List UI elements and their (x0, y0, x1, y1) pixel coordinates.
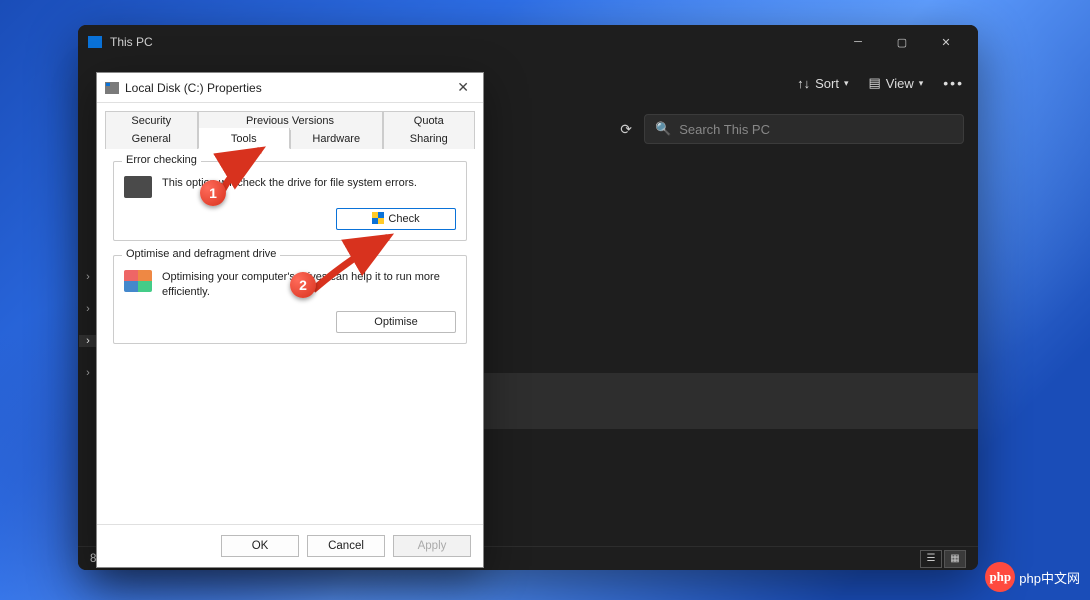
drive-icon (105, 82, 119, 94)
view-icon: ▤ (869, 75, 881, 91)
search-input[interactable]: 🔍 Search This PC (644, 114, 964, 144)
close-button[interactable]: ✕ (924, 26, 968, 58)
chevron-right-icon[interactable]: › (86, 367, 90, 379)
details-view-button[interactable]: ☰ (920, 550, 942, 568)
sort-button[interactable]: ↑↓ Sort ▾ (797, 76, 848, 91)
sort-icon: ↑↓ (797, 76, 810, 91)
ok-button[interactable]: OK (221, 535, 299, 557)
tab-panel-tools: Error checking This option will check th… (105, 149, 475, 524)
tab-security[interactable]: Security (105, 111, 198, 130)
php-logo-icon: php (985, 562, 1015, 592)
tab-tools[interactable]: Tools (198, 128, 291, 149)
check-button[interactable]: Check (336, 208, 456, 230)
dialog-tabs: Security Previous Versions Quota General… (105, 111, 475, 149)
apply-button[interactable]: Apply (393, 535, 471, 557)
close-button[interactable]: ✕ (451, 77, 475, 98)
tab-hardware[interactable]: Hardware (290, 130, 383, 149)
optimise-group: Optimise and defragment drive Optimising… (113, 255, 467, 344)
watermark: php php中文网 (985, 562, 1080, 592)
properties-dialog: Local Disk (C:) Properties ✕ Security Pr… (96, 72, 484, 568)
shield-icon (372, 212, 384, 224)
tiles-view-button[interactable]: ▦ (944, 550, 966, 568)
cancel-button[interactable]: Cancel (307, 535, 385, 557)
maximize-button[interactable]: ▢ (880, 26, 924, 58)
sidebar: › › › › (78, 151, 98, 546)
refresh-button[interactable]: ⟳ (620, 121, 632, 138)
tab-general[interactable]: General (105, 130, 198, 149)
search-icon: 🔍 (655, 121, 671, 137)
view-button[interactable]: ▤ View ▾ (869, 75, 924, 91)
tab-quota[interactable]: Quota (383, 111, 476, 130)
group-legend: Error checking (122, 154, 201, 166)
chevron-right-icon[interactable]: › (86, 271, 90, 283)
more-button[interactable]: ••• (943, 75, 964, 91)
dialog-buttons: OK Cancel Apply (97, 524, 483, 567)
error-checking-group: Error checking This option will check th… (113, 161, 467, 241)
window-title: This PC (110, 35, 153, 49)
this-pc-icon (88, 36, 102, 48)
chevron-down-icon: ▾ (919, 78, 924, 89)
chevron-right-icon[interactable]: › (79, 335, 97, 347)
group-legend: Optimise and defragment drive (122, 248, 280, 260)
dialog-title: Local Disk (C:) Properties (125, 81, 262, 95)
annotation-badge-2: 2 (290, 272, 316, 298)
annotation-badge-1: 1 (200, 180, 226, 206)
optimise-button[interactable]: Optimise (336, 311, 456, 333)
chevron-right-icon[interactable]: › (86, 303, 90, 315)
tab-sharing[interactable]: Sharing (383, 130, 476, 149)
minimize-button[interactable]: ─ (836, 26, 880, 58)
chevron-down-icon: ▾ (844, 78, 849, 89)
dialog-titlebar: Local Disk (C:) Properties ✕ (97, 73, 483, 103)
drive-icon (124, 176, 152, 198)
titlebar: This PC ─ ▢ ✕ (78, 25, 978, 59)
defrag-icon (124, 270, 152, 292)
